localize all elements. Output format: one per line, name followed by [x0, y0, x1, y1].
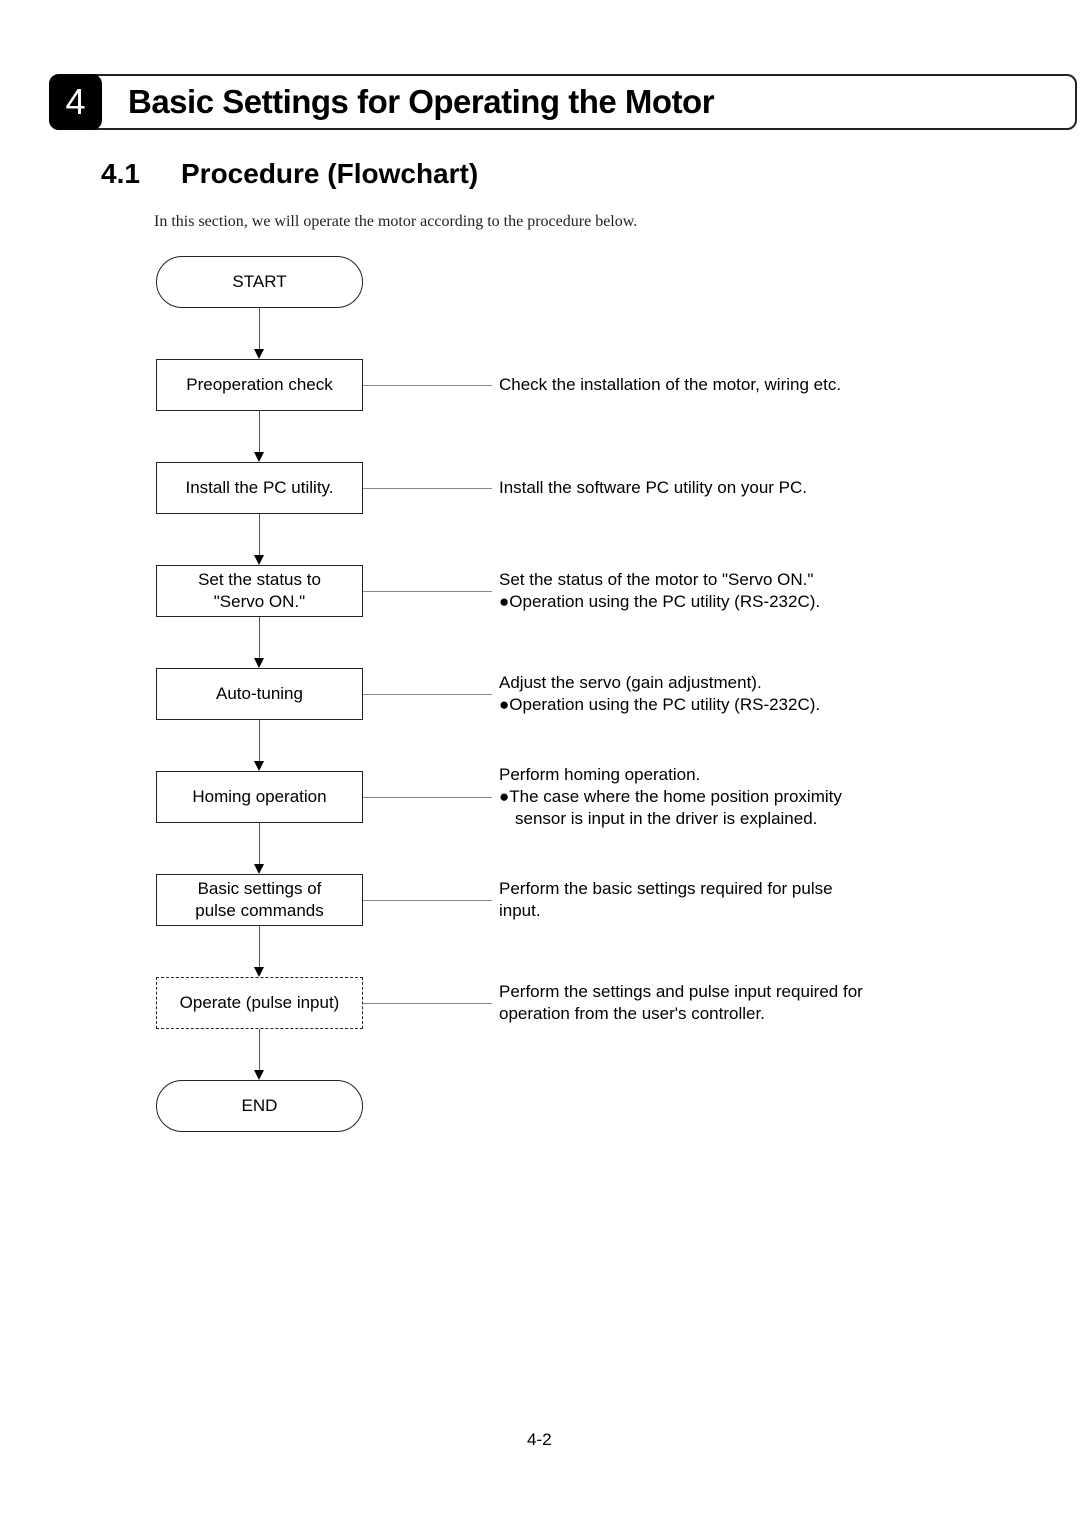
label-line: Basic settings of — [197, 879, 322, 898]
flow-step-servo-on: Set the status to "Servo ON." — [156, 565, 363, 617]
flow-leader-line — [363, 797, 492, 798]
flow-step-pulse-command-settings: Basic settings of pulse commands — [156, 874, 363, 926]
flow-step-preoperation-check: Preoperation check — [156, 359, 363, 411]
label-line: "Servo ON." — [213, 592, 306, 611]
flow-leader-line — [363, 900, 492, 901]
intro-text: In this section, we will operate the mot… — [154, 213, 638, 230]
description-line: Perform the settings and pulse input req… — [499, 982, 863, 1001]
flow-end-label: END — [241, 1096, 278, 1115]
description-line: Set the status of the motor to "Servo ON… — [499, 570, 814, 589]
flow-step-label: Operate (pulse input) — [179, 993, 340, 1012]
flow-leader-line — [363, 488, 492, 489]
flow-step-description: Adjust the servo (gain adjustment). ●Ope… — [499, 672, 820, 716]
section-number: 4.1 — [101, 158, 140, 189]
flow-step-description: Perform the basic settings required for … — [499, 878, 833, 922]
flow-step-label: Homing operation — [192, 787, 327, 806]
flow-leader-line — [363, 1003, 492, 1004]
flow-step-auto-tuning: Auto-tuning — [156, 668, 363, 720]
flow-step-description: Perform homing operation. ●The case wher… — [499, 764, 842, 830]
description-line: operation from the user's controller. — [499, 1004, 765, 1023]
flow-connector — [259, 308, 260, 350]
flow-connector — [259, 617, 260, 659]
flow-connector — [259, 1029, 260, 1071]
description-line: input. — [499, 901, 541, 920]
flow-start-label: START — [232, 272, 287, 291]
arrow-down-icon — [254, 658, 264, 668]
arrow-down-icon — [254, 864, 264, 874]
description-line: Adjust the servo (gain adjustment). — [499, 673, 762, 692]
page-number: 4-2 — [527, 1430, 552, 1449]
description-line: Perform homing operation. — [499, 765, 701, 784]
arrow-down-icon — [254, 349, 264, 359]
description-bullet: ●The case where the home position proxim… — [499, 787, 842, 806]
arrow-down-icon — [254, 761, 264, 771]
flow-leader-line — [363, 694, 492, 695]
flow-step-description: Install the software PC utility on your … — [499, 477, 807, 499]
flow-step-label: Set the status to "Servo ON." — [198, 569, 321, 613]
flow-connector — [259, 411, 260, 453]
flow-step-description: Set the status of the motor to "Servo ON… — [499, 569, 820, 613]
description-bullet: ●Operation using the PC utility (RS-232C… — [499, 592, 821, 611]
section-title: Procedure (Flowchart) — [181, 158, 479, 189]
flow-step-homing-operation: Homing operation — [156, 771, 363, 823]
description-line: Check the installation of the motor, wir… — [499, 375, 842, 394]
description-line: Install the software PC utility on your … — [499, 478, 808, 497]
flow-step-label: Preoperation check — [186, 375, 333, 394]
flow-step-install-pc-utility: Install the PC utility. — [156, 462, 363, 514]
label-line: Set the status to — [198, 570, 321, 589]
arrow-down-icon — [254, 967, 264, 977]
flow-connector — [259, 823, 260, 865]
flow-step-description: Check the installation of the motor, wir… — [499, 374, 841, 396]
flow-leader-line — [363, 591, 492, 592]
label-line: pulse commands — [195, 901, 324, 920]
flow-step-label: Install the PC utility. — [185, 478, 334, 497]
description-bullet: ●Operation using the PC utility (RS-232C… — [499, 695, 821, 714]
arrow-down-icon — [254, 452, 264, 462]
arrow-down-icon — [254, 1070, 264, 1080]
flow-leader-line — [363, 385, 492, 386]
flow-end-node: END — [156, 1080, 363, 1132]
flow-step-operate-pulse-input: Operate (pulse input) — [156, 977, 363, 1029]
flow-step-label: Basic settings of pulse commands — [195, 878, 324, 922]
chapter-title: Basic Settings for Operating the Motor — [128, 83, 715, 120]
arrow-down-icon — [254, 555, 264, 565]
flow-connector — [259, 720, 260, 762]
description-continuation: sensor is input in the driver is explain… — [515, 809, 818, 828]
flow-start-node: START — [156, 256, 363, 308]
chapter-number-badge: 4 — [49, 74, 102, 130]
flow-connector — [259, 514, 260, 556]
flow-connector — [259, 926, 260, 968]
description-line: Perform the basic settings required for … — [499, 879, 833, 898]
flow-step-description: Perform the settings and pulse input req… — [499, 981, 863, 1025]
flow-step-label: Auto-tuning — [216, 684, 303, 703]
